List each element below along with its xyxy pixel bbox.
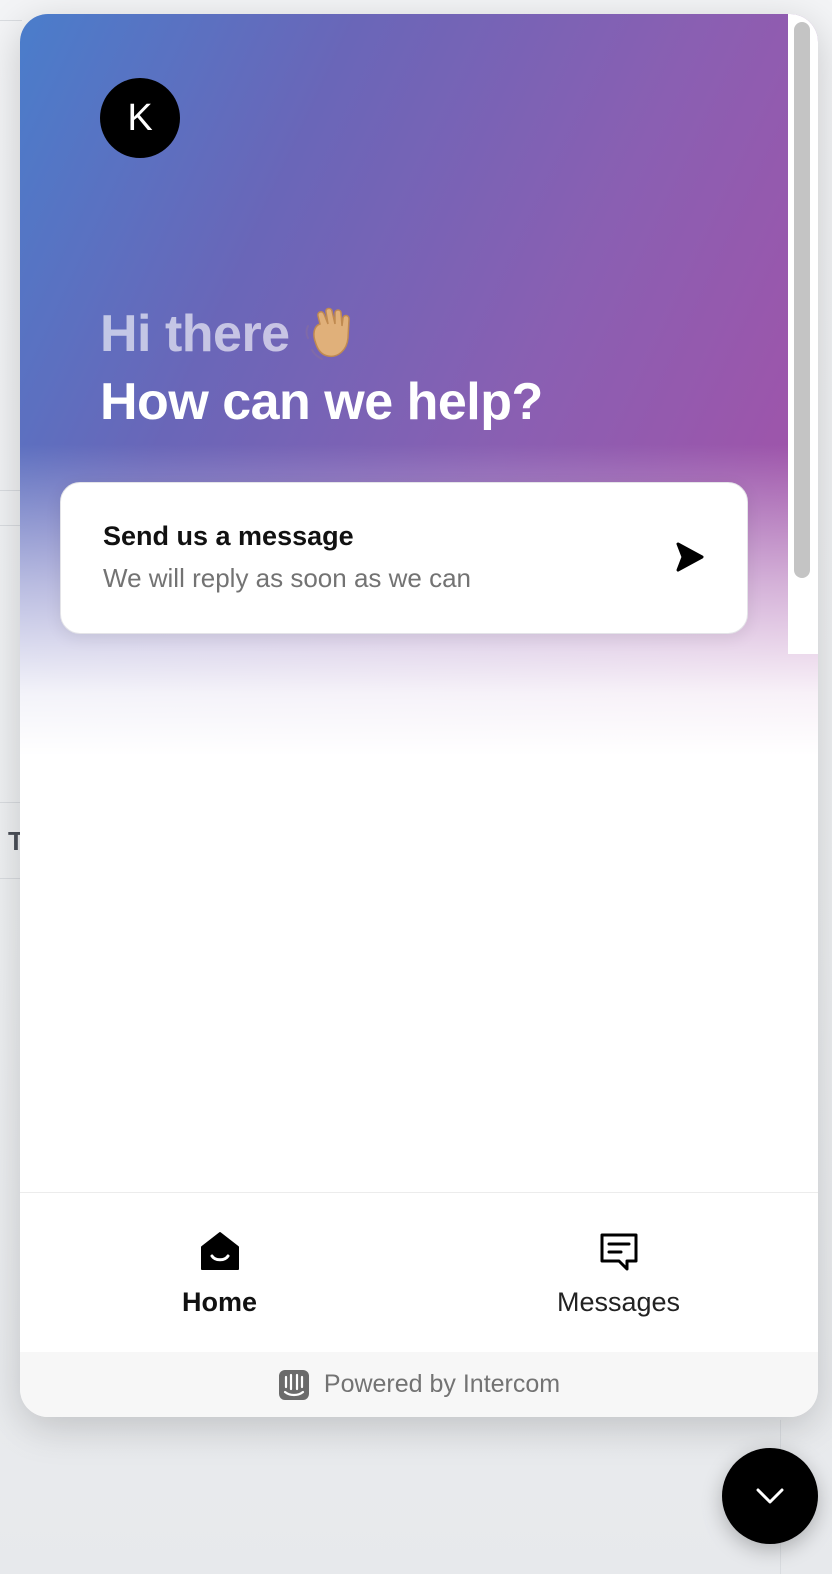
powered-by-footer[interactable]: Powered by Intercom <box>20 1352 818 1417</box>
messenger-panel: K Hi there How can we help? Send us a me… <box>20 14 818 1417</box>
home-icon <box>200 1232 239 1270</box>
messages-icon <box>600 1233 637 1271</box>
bottom-nav: Home Messages <box>20 1192 818 1352</box>
send-message-card[interactable]: Send us a message We will reply as soon … <box>60 482 748 634</box>
send-message-title: Send us a message <box>103 521 354 551</box>
background-divider <box>0 525 22 526</box>
team-avatar: K <box>100 78 180 158</box>
intercom-logo-icon <box>278 1369 309 1400</box>
background-divider <box>0 802 22 803</box>
greeting: Hi there <box>100 304 362 364</box>
nav-messages-label: Messages <box>556 1287 681 1317</box>
send-message-subtitle: We will reply as soon as we can <box>103 563 472 593</box>
messenger-launcher-button[interactable] <box>722 1448 818 1544</box>
scrollbar-thumb[interactable] <box>794 22 810 578</box>
chevron-down-icon <box>756 1488 784 1504</box>
powered-by-text: Powered by Intercom <box>323 1370 561 1398</box>
scrollbar-track[interactable] <box>788 14 818 654</box>
nav-messages[interactable]: Messages <box>419 1193 818 1352</box>
avatar-initial: K <box>127 96 153 139</box>
greeting-text: Hi there <box>100 305 290 363</box>
nav-home[interactable]: Home <box>20 1193 419 1352</box>
nav-home-label: Home <box>181 1287 257 1317</box>
background-divider <box>0 490 22 491</box>
background-divider <box>0 878 22 879</box>
headline: How can we help? <box>100 373 543 431</box>
waving-hand-icon <box>305 307 350 360</box>
send-arrow-icon <box>676 542 704 572</box>
background-divider <box>0 20 22 21</box>
